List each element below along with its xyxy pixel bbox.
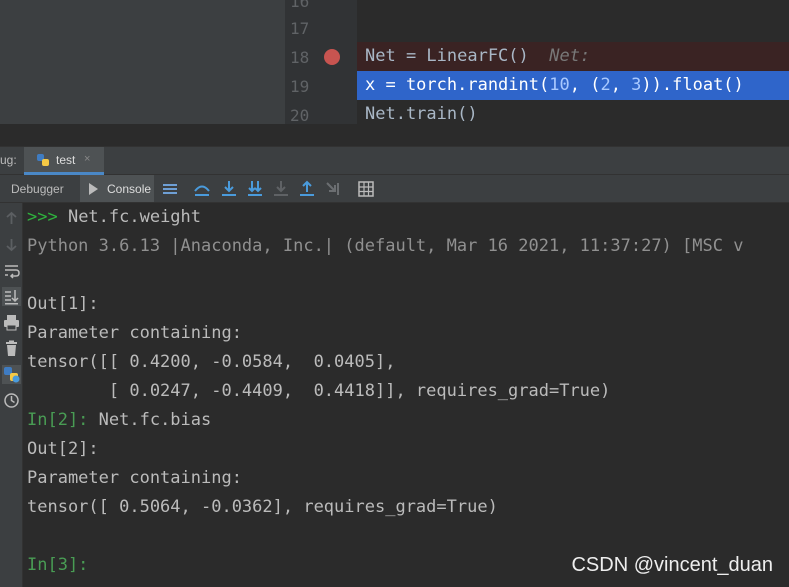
in-prompt[interactable]: In[3]: (27, 551, 88, 580)
breakpoint-icon[interactable] (324, 49, 340, 65)
tab-test[interactable]: test × (24, 147, 104, 175)
close-icon[interactable]: × (84, 153, 90, 165)
code-number: 10 (549, 75, 570, 95)
console-output[interactable]: >>> Net.fc.weight Python 3.6.13 |Anacond… (23, 203, 789, 587)
line-number: 16 (290, 0, 310, 11)
python-console-icon[interactable] (2, 365, 21, 384)
console-input-line: In[2]: Net.fc.bias (27, 406, 211, 435)
console-banner: Python 3.6.13 |Anaconda, Inc.| (default,… (27, 236, 744, 256)
watermark: CSDN @vincent_duan (571, 554, 773, 576)
console-prompt: >>> (27, 207, 58, 227)
step-into-my-code-icon[interactable] (245, 179, 265, 199)
inline-debug-hint: Net: (549, 46, 591, 66)
code-line-18[interactable]: Net = LinearFC() Net: (357, 42, 789, 71)
line-number: 18 (290, 48, 310, 67)
code-text: Net = LinearFC() (365, 46, 529, 66)
menu-icon[interactable] (160, 179, 180, 199)
code-number: 2 (600, 75, 611, 95)
console-side-toolbar (0, 203, 23, 587)
console-icon (89, 183, 98, 195)
line-number: 20 (290, 106, 310, 125)
debug-tab-strip: ug: test × (0, 146, 789, 175)
scroll-to-end-icon[interactable] (2, 287, 21, 306)
debug-tool-label: ug: (0, 153, 17, 167)
arrow-down-icon[interactable] (2, 235, 21, 254)
code-text: Net.train() (365, 104, 478, 124)
print-icon[interactable] (2, 313, 21, 332)
code-text: x = torch.randint( (365, 75, 550, 95)
debugger-tab-label: Debugger (11, 182, 64, 196)
line-number: 17 (290, 19, 310, 38)
console-output-line: tensor([ 0.5064, -0.0362], requires_grad… (27, 497, 498, 517)
run-to-cursor-icon[interactable] (323, 179, 343, 199)
console-output-line: tensor([[ 0.4200, -0.0584, 0.0405], (27, 352, 396, 372)
soft-wrap-icon[interactable] (2, 261, 21, 280)
console-command: Net.fc.weight (57, 207, 202, 227)
step-out-icon[interactable] (297, 179, 317, 199)
code-line-20[interactable]: Net.train() (357, 100, 789, 129)
line-number: 19 (290, 77, 310, 96)
console-tab-button[interactable]: Console (80, 175, 154, 202)
history-icon[interactable] (2, 391, 21, 410)
code-number: 3 (631, 75, 642, 95)
in-prompt: In[2]: (27, 410, 89, 430)
code-text: )).float() (641, 75, 744, 95)
code-editor[interactable]: 16 17 18 19 20 Net = LinearFC() Net: x =… (0, 0, 789, 125)
console-input-line: >>> Net.fc.weight (27, 203, 201, 232)
arrow-up-icon[interactable] (2, 209, 21, 228)
code-text: , (610, 75, 632, 95)
code-line-19-current[interactable]: x = torch.randint(10, (2, 3)).float() (357, 71, 789, 100)
tab-label: test (56, 153, 76, 167)
out-label: Out[1]: (27, 294, 99, 314)
out-label: Out[2]: (27, 439, 99, 459)
console-command: Net.fc.bias (88, 410, 212, 430)
table-icon[interactable] (356, 179, 376, 199)
force-step-into-icon[interactable] (271, 179, 291, 199)
debugger-tab-button[interactable]: Debugger (0, 175, 78, 202)
debug-toolbar: Debugger Console (0, 175, 789, 203)
trash-icon[interactable] (2, 339, 21, 358)
code-text: , ( (569, 75, 601, 95)
step-into-icon[interactable] (219, 179, 239, 199)
step-over-icon[interactable] (192, 179, 212, 199)
editor-left-panel (0, 0, 285, 124)
console-output-line: Parameter containing: (27, 468, 242, 488)
console-tab-label: Console (107, 182, 152, 196)
console-output-line: [ 0.0247, -0.4409, 0.4418]], requires_gr… (27, 381, 611, 401)
python-icon (37, 154, 49, 166)
console-output-line: Parameter containing: (27, 323, 242, 343)
